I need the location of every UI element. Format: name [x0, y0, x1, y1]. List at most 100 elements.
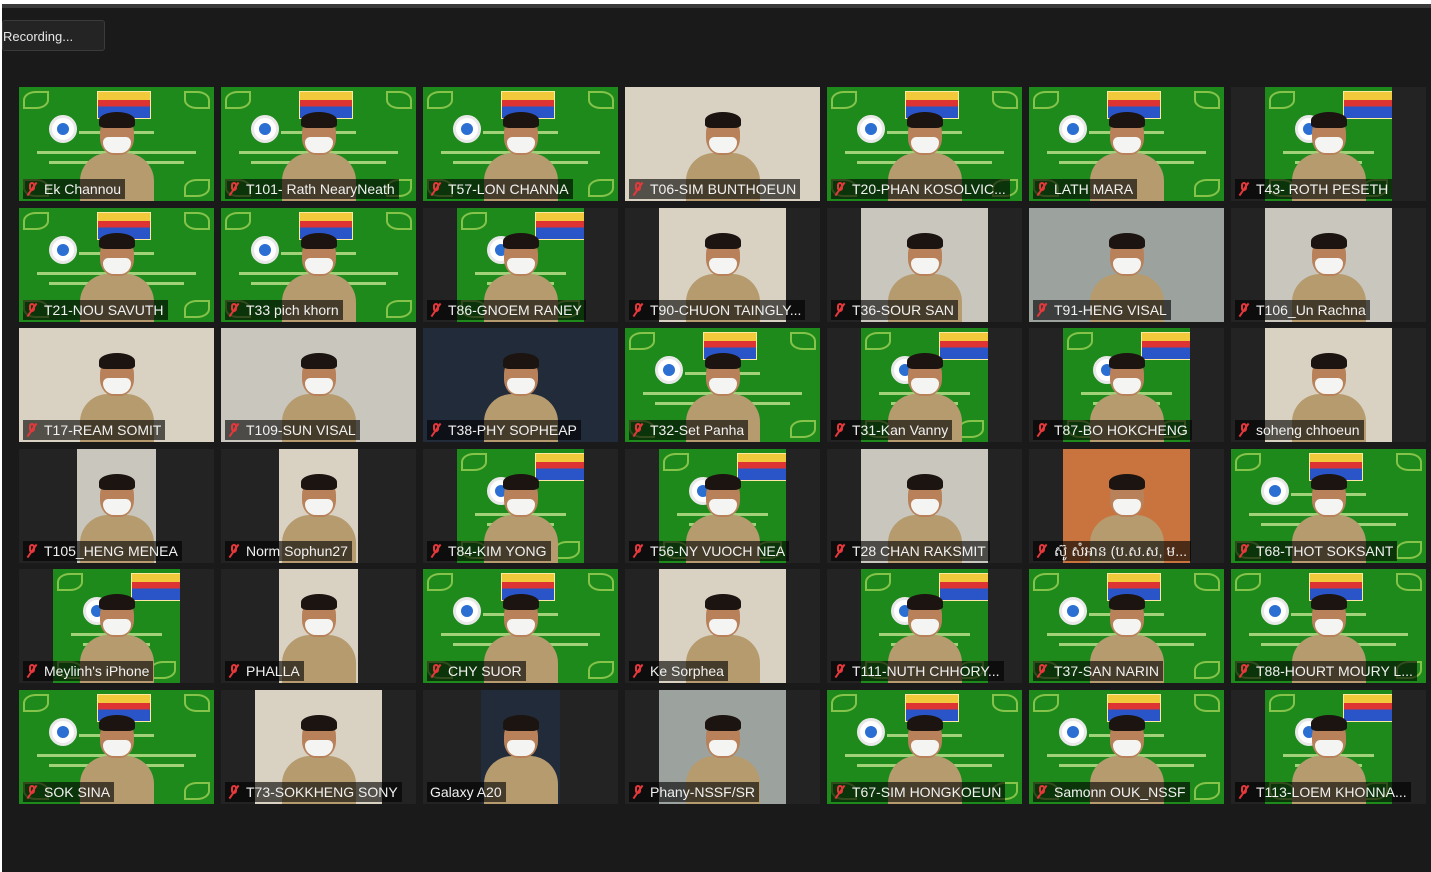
hair: [1310, 714, 1347, 731]
participant-tile[interactable]: PHALLA: [221, 569, 416, 683]
participant-tile[interactable]: T33 pich khorn: [221, 207, 416, 322]
mic-muted-icon: [430, 543, 442, 558]
face-mask: [102, 378, 131, 394]
decorative-leaf: [588, 91, 614, 109]
decorative-leaf: [225, 211, 251, 230]
participant-tile[interactable]: Samonn OUK_NSSF: [1029, 689, 1224, 804]
participant-name-label: T67-SIM HONGKOEUN: [831, 781, 1006, 802]
mic-muted-icon: [632, 784, 644, 799]
participant-name-label: T68-THOT SOKSANT: [1235, 540, 1398, 561]
face-mask: [304, 619, 333, 635]
participant-tile[interactable]: ស៊ូ សំអាន (ប.ស.ស, ម...: [1029, 448, 1224, 563]
decorative-leaf: [225, 91, 251, 109]
nssf-logo-icon: [655, 356, 683, 384]
nssf-logo-icon: [1059, 597, 1087, 625]
participant-name-label: T32-Set Panha: [629, 420, 749, 440]
hair: [98, 714, 135, 731]
hair: [704, 714, 741, 731]
participant-tile[interactable]: T20-PHAN KOSOLVIC...: [827, 87, 1022, 201]
participant-tile[interactable]: T90-CHUON TAINGLY...: [625, 207, 820, 322]
participant-tile[interactable]: T105_HENG MENEA: [19, 448, 214, 563]
mic-muted-icon: [1238, 664, 1250, 678]
participant-name-label: T73-SOKKHENG SONY: [225, 781, 402, 802]
participant-tile[interactable]: T111-NUTH CHHORY...: [827, 569, 1022, 683]
decorative-leaf: [184, 299, 210, 318]
participant-tile[interactable]: T43- ROTH PESETH: [1231, 87, 1426, 201]
participant-tile[interactable]: T31-Kan Vanny: [827, 328, 1022, 442]
participant-tile[interactable]: T37-SAN NARIN: [1029, 569, 1224, 683]
face-mask: [1314, 498, 1343, 515]
participant-tile[interactable]: T38-PHY SOPHEAP: [423, 328, 618, 442]
participant-tile[interactable]: T73-SOKKHENG SONY: [221, 689, 416, 804]
participant-tile[interactable]: Meylinh's iPhone: [19, 569, 214, 683]
mic-muted-icon: [632, 423, 644, 437]
face-mask: [1112, 137, 1141, 153]
hair: [98, 232, 135, 249]
participant-tile[interactable]: CHY SUOR: [423, 569, 618, 683]
decorative-leaf: [831, 91, 857, 109]
face-mask: [304, 498, 333, 515]
participant-name: T106_Un Rachna: [1256, 301, 1366, 318]
participant-name-label: T105_HENG MENEA: [23, 540, 182, 561]
face-mask: [102, 739, 131, 756]
participant-tile[interactable]: T36-SOUR SAN: [827, 207, 1022, 322]
participant-tile[interactable]: T88-HOURT MOURY L...: [1231, 569, 1426, 683]
hair: [906, 232, 943, 249]
participant-name-label: T31-Kan Vanny: [831, 420, 953, 440]
decorative-leaf: [865, 573, 891, 591]
participant-tile[interactable]: T56-NY VUOCH NEA: [625, 448, 820, 563]
participant-tile[interactable]: Ek Channou: [19, 87, 214, 201]
mic-muted-icon: [834, 784, 846, 799]
participant-name: T43- ROTH PESETH: [1256, 181, 1389, 197]
mic-muted-icon: [1036, 543, 1048, 558]
participant-tile[interactable]: T106_Un Rachna: [1231, 207, 1426, 322]
participant-tile[interactable]: T32-Set Panha: [625, 328, 820, 442]
decorative-leaf: [1396, 573, 1422, 591]
face-mask: [910, 619, 939, 635]
participant-name: T21-NOU SAVUTH: [44, 301, 164, 318]
participant-name: Samonn OUK_NSSF: [1054, 783, 1186, 800]
hair: [1108, 594, 1145, 610]
participant-tile[interactable]: LATH MARA: [1029, 87, 1224, 201]
participant-tile[interactable]: T21-NOU SAVUTH: [19, 207, 214, 322]
participant-tile[interactable]: T28 CHAN RAKSMIT: [827, 448, 1022, 563]
participant-tile[interactable]: T91-HENG VISAL: [1029, 207, 1224, 322]
participant-tile[interactable]: T84-KIM YONG: [423, 448, 618, 563]
participant-name-label: T43- ROTH PESETH: [1235, 179, 1393, 199]
participant-tile[interactable]: soheng chhoeun: [1231, 328, 1426, 442]
hair: [906, 594, 943, 610]
participant-tile[interactable]: T86-GNOEM RANEY: [423, 207, 618, 322]
participant-tile[interactable]: T113-LOEM KHONNA...: [1231, 689, 1426, 804]
participant-tile[interactable]: T06-SIM BUNTHOEUN: [625, 87, 820, 201]
decorative-leaf: [1269, 693, 1295, 712]
mic-muted-icon: [228, 784, 240, 799]
participant-tile[interactable]: Phany-NSSF/SR: [625, 689, 820, 804]
participant-name-label: T111-NUTH CHHORY...: [831, 661, 1004, 681]
decorative-leaf: [1194, 781, 1220, 800]
hair: [502, 594, 539, 610]
decorative-leaf: [588, 573, 614, 591]
decorative-leaf: [461, 452, 487, 471]
face-mask: [910, 498, 939, 515]
participant-name-label: T33 pich khorn: [225, 299, 343, 320]
decorative-leaf: [790, 420, 816, 438]
participant-tile[interactable]: T101- Rath NearyNeath: [221, 87, 416, 201]
decorative-leaf: [588, 661, 614, 679]
participant-tile[interactable]: T17-REAM SOMIT: [19, 328, 214, 442]
participant-tile[interactable]: SOK SINA: [19, 689, 214, 804]
participant-name-label: SOK SINA: [23, 781, 115, 802]
participant-tile[interactable]: T57-LON CHANNA: [423, 87, 618, 201]
mic-muted-icon: [430, 302, 442, 317]
participant-tile[interactable]: T68-THOT SOKSANT: [1231, 448, 1426, 563]
participant-tile[interactable]: T109-SUN VISAL: [221, 328, 416, 442]
participant-tile[interactable]: Norm Sophun27: [221, 448, 416, 563]
face-mask: [506, 619, 535, 635]
recording-indicator[interactable]: Recording...: [2, 20, 105, 51]
hair: [502, 714, 539, 731]
participant-tile[interactable]: T67-SIM HONGKOEUN: [827, 689, 1022, 804]
participant-tile[interactable]: Ke Sorphea: [625, 569, 820, 683]
hair: [502, 232, 539, 249]
participant-tile[interactable]: Galaxy A20: [423, 689, 618, 804]
participant-name: T17-REAM SOMIT: [44, 422, 162, 438]
participant-tile[interactable]: T87-BO HOKCHENG: [1029, 328, 1224, 442]
